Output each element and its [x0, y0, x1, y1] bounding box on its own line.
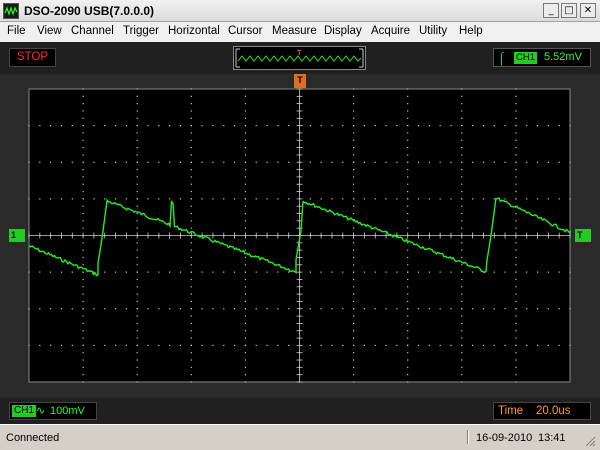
rising-edge-icon: ⌠ — [498, 51, 506, 65]
time-label: Time — [498, 405, 524, 417]
menu-help[interactable]: Help — [459, 25, 483, 37]
resize-grip-icon[interactable] — [584, 435, 596, 447]
menu-view[interactable]: View — [37, 25, 62, 37]
connection-status: Connected — [6, 432, 60, 444]
trigger-source-badge: CH1 — [514, 52, 538, 64]
status-divider — [467, 430, 469, 444]
run-stop-button[interactable]: STOP — [9, 48, 56, 67]
menu-acquire[interactable]: Acquire — [371, 25, 410, 37]
trigger-time-marker[interactable]: T — [294, 74, 306, 88]
menu-channel[interactable]: Channel — [71, 25, 114, 37]
overview-trigger-marker: T — [297, 50, 302, 57]
ch1-badge: CH1 — [12, 405, 37, 417]
status-date: 16-09-2010 — [476, 432, 533, 444]
menu-measure[interactable]: Measure — [272, 25, 317, 37]
maximize-button[interactable]: □ — [561, 3, 577, 18]
menu-trigger[interactable]: Trigger — [123, 25, 159, 37]
scope-toolbar: STOP T ⌠ CH1 5.52mV — [0, 42, 600, 74]
menu-utility[interactable]: Utility — [419, 25, 447, 37]
time-per-div: 20.0us — [536, 405, 571, 417]
status-bar: Connected 16-09-2010 13:41 — [0, 424, 600, 450]
menu-horizontal[interactable]: Horizontal — [168, 25, 220, 37]
ch1-offset-marker[interactable]: 1 — [9, 229, 25, 242]
info-bar: CH1 ∿ 100mV Time 20.0us — [0, 398, 600, 424]
volts-per-div: 100mV — [50, 405, 85, 417]
trigger-level-marker[interactable]: T — [575, 229, 591, 242]
trigger-status-panel[interactable]: ⌠ CH1 5.52mV — [493, 48, 591, 67]
menu-bar: File View Channel Trigger Horizontal Cur… — [0, 22, 600, 42]
minimize-button[interactable]: _ — [543, 3, 559, 18]
scope-screen[interactable] — [0, 74, 600, 398]
window-title: DSO-2090 USB(7.0.0.0) — [24, 4, 155, 18]
trigger-level-value: 5.52mV — [544, 51, 582, 63]
menu-cursor[interactable]: Cursor — [228, 25, 263, 37]
waveform-overview[interactable]: T — [233, 46, 366, 70]
status-time: 13:41 — [538, 432, 566, 444]
title-bar: DSO-2090 USB(7.0.0.0) _ □ ✕ — [0, 0, 600, 22]
app-oscilloscope-icon — [3, 3, 19, 19]
menu-display[interactable]: Display — [324, 25, 362, 37]
ch1-scale-panel[interactable]: CH1 ∿ 100mV — [9, 402, 97, 420]
ac-coupling-icon: ∿ — [36, 405, 46, 417]
timebase-panel[interactable]: Time 20.0us — [493, 402, 591, 420]
menu-file[interactable]: File — [7, 25, 26, 37]
close-button[interactable]: ✕ — [580, 3, 596, 18]
